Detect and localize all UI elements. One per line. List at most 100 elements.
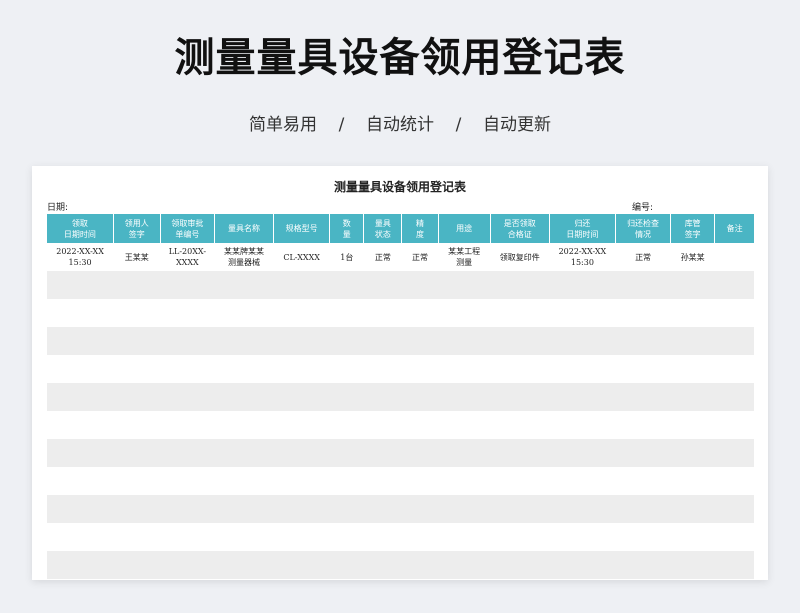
table-cell[interactable] [402, 355, 438, 383]
table-cell[interactable] [363, 551, 402, 579]
table-cell[interactable] [214, 271, 274, 299]
table-cell[interactable] [160, 495, 215, 523]
table-cell[interactable] [329, 327, 364, 355]
table-cell[interactable] [670, 551, 715, 579]
table-cell[interactable] [47, 383, 114, 411]
table-cell[interactable] [273, 439, 330, 467]
table-cell[interactable] [47, 551, 114, 579]
table-cell[interactable] [113, 327, 161, 355]
table-cell[interactable] [274, 523, 330, 551]
table-cell[interactable] [273, 551, 330, 579]
table-cell[interactable] [364, 523, 402, 551]
table-cell[interactable] [438, 355, 490, 383]
table-cell[interactable] [113, 495, 161, 523]
table-cell[interactable] [671, 411, 715, 439]
table-cell[interactable] [113, 271, 161, 299]
table-cell[interactable] [671, 523, 715, 551]
table-cell[interactable] [670, 439, 715, 467]
table-cell[interactable] [670, 383, 715, 411]
table-cell[interactable]: 某某牌某某 测量器械 [214, 243, 273, 271]
table-cell[interactable] [715, 411, 754, 439]
table-cell[interactable] [402, 523, 438, 551]
table-cell[interactable]: LL-20XX- XXXX [160, 243, 214, 271]
table-cell[interactable]: CL-XXXX [274, 243, 330, 271]
table-cell[interactable] [160, 327, 215, 355]
table-cell[interactable] [273, 271, 330, 299]
table-cell[interactable] [490, 439, 550, 467]
table-cell[interactable] [715, 299, 754, 327]
table-cell[interactable] [363, 383, 402, 411]
table-cell[interactable] [670, 271, 715, 299]
table-cell[interactable]: 某某工程 测量 [438, 243, 490, 271]
table-cell[interactable] [438, 299, 490, 327]
table-cell[interactable] [113, 523, 160, 551]
table-cell[interactable]: 孙某某 [671, 243, 715, 271]
table-cell[interactable] [438, 551, 491, 579]
table-cell[interactable] [714, 551, 754, 579]
table-cell[interactable] [113, 355, 160, 383]
table-cell[interactable] [330, 467, 364, 495]
table-cell[interactable] [616, 355, 671, 383]
table-cell[interactable] [671, 467, 715, 495]
table-cell[interactable] [549, 271, 616, 299]
table-cell[interactable] [401, 439, 439, 467]
table-cell[interactable] [670, 327, 715, 355]
table-cell[interactable] [214, 327, 274, 355]
table-cell[interactable] [160, 299, 214, 327]
table-cell[interactable] [364, 299, 402, 327]
table-cell[interactable] [671, 299, 715, 327]
table-cell[interactable] [402, 299, 438, 327]
table-cell[interactable]: 2022-XX-XX 15:30 [549, 243, 615, 271]
table-cell[interactable] [490, 327, 550, 355]
table-cell[interactable] [490, 383, 550, 411]
table-cell[interactable] [113, 299, 160, 327]
table-cell[interactable] [274, 467, 330, 495]
table-cell[interactable] [490, 467, 549, 495]
table-cell[interactable] [363, 327, 402, 355]
table-cell[interactable] [714, 383, 754, 411]
table-cell[interactable] [615, 495, 671, 523]
table-cell[interactable] [616, 523, 671, 551]
table-cell[interactable] [214, 495, 274, 523]
table-cell[interactable] [330, 411, 364, 439]
table-cell[interactable] [274, 355, 330, 383]
table-cell[interactable] [113, 383, 161, 411]
table-cell[interactable] [113, 467, 160, 495]
table-cell[interactable] [616, 467, 671, 495]
table-cell[interactable] [363, 271, 402, 299]
table-cell[interactable] [549, 355, 615, 383]
table-cell[interactable] [490, 271, 550, 299]
table-cell[interactable] [214, 467, 273, 495]
table-cell[interactable] [549, 467, 615, 495]
table-cell[interactable] [329, 439, 364, 467]
table-cell[interactable] [714, 271, 754, 299]
table-cell[interactable] [671, 355, 715, 383]
table-cell[interactable] [113, 411, 160, 439]
table-cell[interactable]: 王某某 [113, 243, 160, 271]
table-cell[interactable] [438, 411, 490, 439]
table-cell[interactable]: 正常 [402, 243, 438, 271]
table-cell[interactable] [549, 411, 615, 439]
table-cell[interactable] [330, 355, 364, 383]
table-cell[interactable] [714, 327, 754, 355]
table-cell[interactable] [714, 439, 754, 467]
table-cell[interactable] [615, 439, 671, 467]
table-cell[interactable] [273, 327, 330, 355]
table-cell[interactable] [330, 523, 364, 551]
table-cell[interactable] [273, 495, 330, 523]
table-cell[interactable] [549, 523, 615, 551]
table-cell[interactable] [160, 271, 215, 299]
table-cell[interactable]: 正常 [616, 243, 671, 271]
table-cell[interactable] [113, 551, 161, 579]
table-cell[interactable] [490, 411, 549, 439]
table-cell[interactable] [160, 411, 214, 439]
table-cell[interactable] [401, 271, 439, 299]
table-cell[interactable] [438, 271, 491, 299]
table-cell[interactable] [490, 551, 550, 579]
table-cell[interactable]: 2022-XX-XX 15:30 [47, 243, 113, 271]
table-cell[interactable] [363, 495, 402, 523]
table-cell[interactable] [47, 523, 113, 551]
table-cell[interactable] [160, 439, 215, 467]
table-cell[interactable] [47, 299, 113, 327]
table-cell[interactable] [615, 383, 671, 411]
